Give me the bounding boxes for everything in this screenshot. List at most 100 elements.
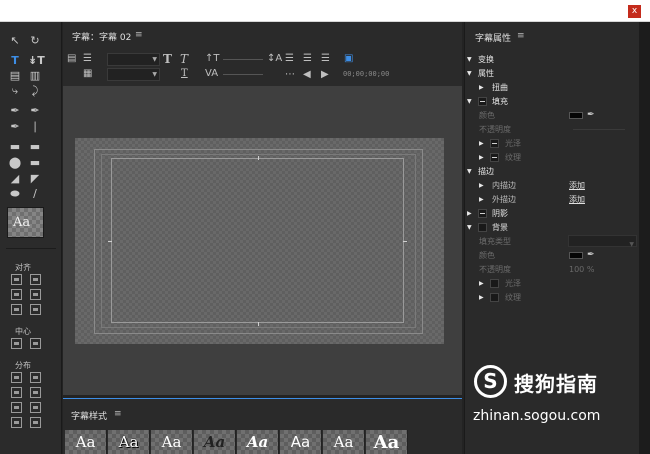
bg-sheen-row[interactable]: ▶ 光泽: [465, 277, 640, 290]
align-text-center-icon[interactable]: ☰: [303, 53, 312, 65]
sheen-row[interactable]: ▶ 光泽: [465, 137, 640, 150]
fill-color-swatch[interactable]: [569, 112, 583, 119]
texture-row[interactable]: ▶ 纹理: [465, 151, 640, 164]
distort-row[interactable]: ▶ 扭曲: [465, 81, 640, 94]
distribute-h-spacing-icon[interactable]: [11, 417, 22, 428]
vertical-path-type-tool-icon[interactable]: ⤸: [28, 84, 42, 98]
style-swatch[interactable]: Aa: [194, 430, 236, 454]
font-family-dropdown[interactable]: ▼: [107, 53, 160, 66]
right-handle[interactable]: [403, 241, 407, 242]
leading-icon[interactable]: ↕A: [267, 53, 282, 65]
editor-tab-title[interactable]: 字幕：字幕 02: [72, 30, 131, 43]
background-checkbox[interactable]: [478, 223, 487, 232]
align-center-h-icon[interactable]: [11, 289, 22, 300]
line-tool-icon[interactable]: ∕: [28, 187, 42, 201]
transform-row[interactable]: ▼ 变换: [465, 53, 640, 66]
background-row[interactable]: ▼ 背景: [465, 221, 640, 234]
bottom-handle[interactable]: [258, 322, 259, 326]
type-tool-icon[interactable]: T: [8, 54, 22, 68]
title-canvas[interactable]: [75, 138, 444, 344]
style-swatch[interactable]: Aa: [280, 430, 322, 454]
bg-color-swatch[interactable]: [569, 252, 583, 259]
bg-texture-checkbox[interactable]: [490, 293, 499, 302]
roll-crawl-icon[interactable]: ☰: [83, 53, 92, 65]
font-size-icon[interactable]: ↑T: [205, 53, 220, 65]
title-canvas-area[interactable]: [63, 86, 462, 395]
arc-tool-icon[interactable]: ◤: [28, 172, 42, 186]
top-handle[interactable]: [258, 156, 259, 160]
play-backward-icon[interactable]: ◀: [303, 69, 311, 81]
styles-menu-icon[interactable]: ≡: [114, 409, 122, 419]
rounded-corner-rectangle-tool-icon[interactable]: ▬: [28, 156, 42, 170]
add-anchor-tool-icon[interactable]: ✒: [8, 120, 22, 134]
tab-stops-icon[interactable]: ⋯: [285, 69, 295, 81]
bg-sheen-checkbox[interactable]: [490, 279, 499, 288]
add-inner-stroke-link[interactable]: 添加: [569, 179, 585, 192]
underline-icon[interactable]: T: [181, 68, 188, 80]
font-size-field[interactable]: [223, 59, 263, 60]
clipped-rectangle-tool-icon[interactable]: ⬤: [8, 156, 22, 170]
convert-anchor-tool-icon[interactable]: ∣: [28, 120, 42, 134]
distribute-center-v-icon[interactable]: [30, 387, 41, 398]
inner-stroke-row[interactable]: ▶ 内描边 添加: [465, 179, 640, 192]
attributes-row[interactable]: ▼ 属性: [465, 67, 640, 80]
path-type-tool-icon[interactable]: ⤷: [8, 84, 22, 98]
left-handle[interactable]: [108, 241, 112, 242]
editor-panel-menu-icon[interactable]: ≡: [135, 30, 143, 40]
font-style-dropdown[interactable]: ▼: [107, 68, 160, 81]
play-forward-icon[interactable]: ▶: [321, 69, 329, 81]
wedge-tool-icon[interactable]: ◢: [8, 172, 22, 186]
align-text-left-icon[interactable]: ☰: [285, 53, 294, 65]
style-swatch[interactable]: Aa: [108, 430, 150, 454]
delete-anchor-tool-icon[interactable]: ✒: [28, 104, 42, 118]
bg-texture-row[interactable]: ▶ 纹理: [465, 291, 640, 304]
texture-checkbox[interactable]: [490, 153, 499, 162]
show-background-video-icon[interactable]: ▣: [344, 53, 353, 65]
new-title-icon[interactable]: ▤: [67, 53, 76, 65]
center-vertical-icon[interactable]: [30, 338, 41, 349]
ellipse-tool-icon[interactable]: ⬬: [8, 187, 22, 201]
rotation-tool-icon[interactable]: ↻: [28, 34, 42, 48]
pen-tool-icon[interactable]: ✒: [8, 104, 22, 118]
rounded-rectangle-tool-icon[interactable]: ▬: [28, 140, 42, 154]
bold-icon[interactable]: T: [163, 53, 172, 65]
center-horizontal-icon[interactable]: [11, 338, 22, 349]
sheen-checkbox[interactable]: [490, 139, 499, 148]
eyedropper-icon[interactable]: ✒: [587, 109, 595, 122]
align-bottom-icon[interactable]: [30, 304, 41, 315]
style-swatch[interactable]: Aa: [151, 430, 193, 454]
vertical-type-tool-icon[interactable]: ↡T: [28, 54, 45, 68]
add-outer-stroke-link[interactable]: 添加: [569, 193, 585, 206]
distribute-right-icon[interactable]: [11, 402, 22, 413]
bg-opacity-value[interactable]: 100 %: [569, 263, 594, 276]
eyedropper-icon[interactable]: ✒: [587, 249, 595, 262]
shadow-checkbox[interactable]: [478, 209, 487, 218]
fill-row[interactable]: ▼ 填充: [465, 95, 640, 108]
fill-type-dropdown[interactable]: ▼: [568, 235, 637, 248]
align-top-icon[interactable]: [30, 274, 41, 285]
distribute-v-spacing-icon[interactable]: [30, 417, 41, 428]
properties-menu-icon[interactable]: ≡: [517, 31, 525, 41]
kerning-field[interactable]: [223, 74, 263, 75]
style-swatch[interactable]: Aa: [237, 430, 279, 454]
kerning-icon[interactable]: VA: [205, 68, 218, 80]
fill-opacity-field[interactable]: [573, 129, 625, 130]
style-swatch[interactable]: Aa: [65, 430, 107, 454]
distribute-center-h-icon[interactable]: [11, 387, 22, 398]
distribute-left-icon[interactable]: [11, 372, 22, 383]
close-button[interactable]: x: [628, 5, 641, 18]
style-swatch[interactable]: Aa: [366, 430, 408, 454]
fill-checkbox[interactable]: [478, 97, 487, 106]
vertical-area-type-tool-icon[interactable]: ▥: [28, 69, 42, 83]
rectangle-tool-icon[interactable]: ▬: [8, 140, 22, 154]
outer-stroke-row[interactable]: ▶ 外描边 添加: [465, 193, 640, 206]
distribute-top-icon[interactable]: [30, 372, 41, 383]
style-swatch[interactable]: Aa: [323, 430, 365, 454]
align-right-icon[interactable]: [11, 304, 22, 315]
area-type-tool-icon[interactable]: ▤: [8, 69, 22, 83]
stroke-row[interactable]: ▼ 描边: [465, 165, 640, 178]
align-text-right-icon[interactable]: ☰: [321, 53, 330, 65]
selection-tool-icon[interactable]: ↖: [8, 34, 22, 48]
align-center-v-icon[interactable]: [30, 289, 41, 300]
timecode[interactable]: 00;00;00;00: [343, 70, 389, 78]
